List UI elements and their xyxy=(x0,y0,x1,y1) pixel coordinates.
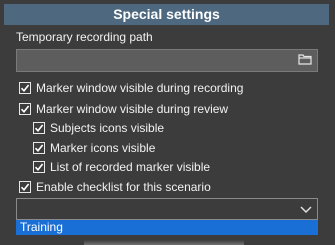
checkbox-marker-window-review[interactable]: Marker window visible during review xyxy=(19,101,228,117)
checkbox-box[interactable] xyxy=(33,142,45,154)
checkbox-subjects-icons[interactable]: Subjects icons visible xyxy=(33,120,164,136)
section-title: Special settings xyxy=(113,6,220,22)
checkbox-recorded-marker-list[interactable]: List of recorded marker visible xyxy=(33,159,210,175)
next-section-header-partial xyxy=(4,236,329,245)
check-icon xyxy=(34,144,44,153)
checkbox-box[interactable] xyxy=(19,181,31,193)
folder-icon xyxy=(298,52,312,70)
checkbox-box[interactable] xyxy=(19,103,31,115)
checkbox-marker-icons[interactable]: Marker icons visible xyxy=(33,140,155,156)
check-icon xyxy=(20,105,30,114)
section-header: Special settings xyxy=(4,4,329,25)
dropdown-option-training[interactable]: Training xyxy=(16,220,318,235)
checkbox-enable-checklist[interactable]: Enable checklist for this scenario xyxy=(19,179,211,195)
checkbox-marker-window-recording[interactable]: Marker window visible during recording xyxy=(19,80,243,96)
check-icon xyxy=(34,163,44,172)
checkbox-label: Marker window visible during review xyxy=(36,102,229,116)
recording-path-field[interactable] xyxy=(16,49,318,72)
checkbox-label: Marker icons visible xyxy=(50,141,156,155)
checkbox-label: Marker window visible during recording xyxy=(36,81,244,95)
checkbox-box[interactable] xyxy=(33,161,45,173)
checkbox-box[interactable] xyxy=(33,122,45,134)
checkbox-label: Subjects icons visible xyxy=(50,121,165,135)
checkbox-label: Enable checklist for this scenario xyxy=(36,180,211,194)
chevron-down-icon[interactable] xyxy=(299,202,313,216)
check-icon xyxy=(34,124,44,133)
recording-path-label: Temporary recording path xyxy=(16,30,153,44)
checklist-dropdown[interactable] xyxy=(16,198,318,220)
check-icon xyxy=(20,183,30,192)
browse-folder-button[interactable] xyxy=(295,52,315,69)
checkbox-label: List of recorded marker visible xyxy=(50,160,211,174)
partial-title-fragment xyxy=(84,240,244,245)
checkbox-box[interactable] xyxy=(19,82,31,94)
check-icon xyxy=(20,84,30,93)
